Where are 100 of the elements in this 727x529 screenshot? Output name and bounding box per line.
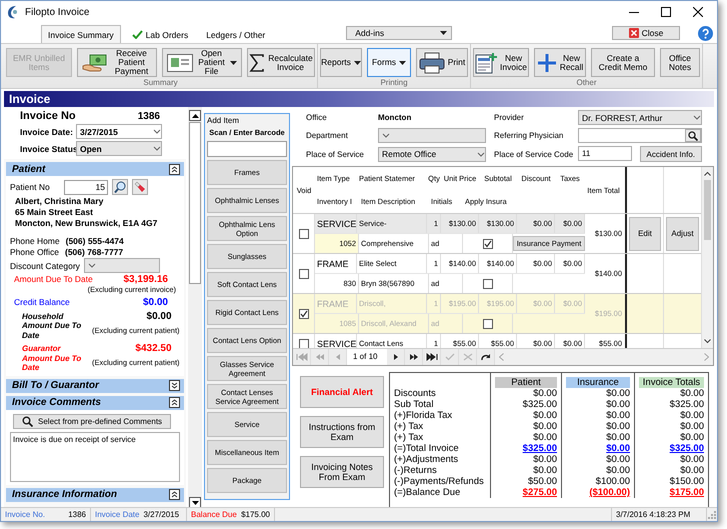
amount-link[interactable]: $0.00	[566, 443, 630, 454]
patient-number-field[interactable]: 15	[64, 180, 108, 194]
field-label: Phone Office	[10, 247, 59, 257]
collapse-icon[interactable]	[169, 397, 180, 408]
notes-button[interactable]: Invoicing Notes From Exam	[300, 456, 384, 488]
checkbox[interactable]	[298, 268, 308, 278]
checkbox[interactable]	[298, 338, 308, 348]
amount: $0.00	[679, 410, 704, 421]
ribbon-button[interactable]: Reports	[320, 48, 362, 77]
check-icon[interactable]	[444, 353, 456, 361]
chevron-icon[interactable]	[88, 263, 96, 268]
redo-icon[interactable]	[480, 353, 492, 361]
ribbon-button[interactable]: Create a Credit Memo	[591, 48, 655, 77]
collapse-icon[interactable]	[169, 489, 180, 500]
balance-label: Guarantor Amount Due To Date	[21, 344, 82, 372]
accident-info-button[interactable]: Accident Info.	[640, 146, 702, 162]
chevron-icon[interactable]	[153, 129, 161, 134]
id-card-icon	[167, 54, 193, 72]
field-label: Office	[306, 113, 328, 122]
chevron-icon[interactable]	[382, 133, 390, 138]
section-header[interactable]: Invoice Comments	[6, 396, 184, 410]
last-page-icon[interactable]	[426, 353, 438, 361]
amount-link[interactable]: $325.00	[495, 443, 557, 454]
comments-button[interactable]: Select from pre-defined Comments	[13, 414, 172, 428]
barcode-field[interactable]	[207, 141, 287, 157]
ribbon-button[interactable]: Office Notes	[660, 48, 700, 77]
office-name: Moncton	[378, 113, 412, 122]
checkbox[interactable]	[482, 278, 492, 288]
amount: $0.00	[532, 421, 557, 432]
checkbox[interactable]	[482, 318, 492, 328]
scroll-up-button[interactable]	[189, 110, 201, 121]
dropdown[interactable]: Open	[76, 141, 162, 156]
help-icon[interactable]	[698, 26, 713, 41]
scroll-down-icon[interactable]	[704, 339, 711, 344]
scroll-down-button[interactable]	[189, 497, 201, 508]
sigma-icon	[249, 54, 266, 72]
amount-link[interactable]: $325.00	[639, 443, 704, 454]
table-cell: SERVICE	[317, 218, 356, 228]
eraser-button[interactable]	[132, 179, 148, 195]
address-line: 65 Main Street East	[14, 207, 94, 217]
tab[interactable]: Invoice Summary	[41, 25, 121, 43]
section-header[interactable]: Patient	[6, 162, 184, 176]
amount-link[interactable]: ($100.00)	[566, 487, 630, 498]
timestamp: 3/7/2016 4:18:23 PM	[611, 508, 707, 521]
edit-button[interactable]: Edit	[629, 216, 661, 250]
amount: $0.00	[679, 465, 704, 476]
next-page-icon[interactable]	[408, 353, 420, 361]
search-button[interactable]	[685, 129, 701, 142]
expand-icon[interactable]	[169, 380, 180, 391]
close-icon[interactable]	[693, 7, 703, 17]
ribbon-button[interactable]: New Recall	[534, 48, 586, 77]
checkbox[interactable]	[482, 238, 492, 248]
chevron-icon[interactable]	[693, 115, 701, 120]
amount: $0.00	[605, 388, 630, 399]
chevron-icon[interactable]	[153, 146, 161, 151]
add-ins-dropdown[interactable]: Add-ins	[346, 26, 452, 40]
amount: $0.00	[532, 410, 557, 421]
amount: $0.00	[605, 421, 630, 432]
scrollbar-thumb[interactable]	[189, 122, 201, 284]
amount: $0.00	[679, 454, 704, 465]
ribbon-button[interactable]: Open Patient File	[162, 48, 242, 77]
tab[interactable]: Lab Orders	[124, 25, 196, 43]
ribbon-button[interactable]: Recalculate Invoice	[247, 48, 315, 77]
amount-link[interactable]: $275.00	[495, 487, 557, 498]
resize-grip-icon[interactable]	[707, 510, 717, 520]
amount: $0.00	[679, 388, 704, 399]
up-arrow-icon	[192, 114, 198, 118]
close-button[interactable]: Close	[612, 26, 680, 40]
status-label: Invoice No.	[5, 509, 46, 521]
dropdown[interactable]: Dr. FORREST, Arthur	[578, 110, 702, 125]
field-label: Place of Service	[306, 150, 365, 158]
amount-link[interactable]: $175.00	[639, 487, 704, 498]
referring-physician-field[interactable]	[578, 128, 702, 143]
scrollbar-thumb[interactable]	[704, 180, 711, 240]
ribbon-button[interactable]: Print	[416, 48, 468, 77]
section-header[interactable]: Bill To / Guarantor	[6, 378, 184, 392]
notes-button[interactable]: Instructions from Exam	[300, 416, 384, 448]
collapse-icon[interactable]	[169, 164, 180, 174]
comment-field[interactable]: Invoice is due on receipt of service	[10, 432, 180, 482]
column-header: Invoice Totals	[639, 377, 704, 388]
dropdown[interactable]: Remote Office	[378, 146, 486, 162]
section-title: Invoice Comments	[12, 397, 101, 408]
search-button[interactable]	[112, 179, 128, 195]
ribbon-button[interactable]: New Invoice	[473, 48, 529, 77]
ribbon-button[interactable]: Forms	[367, 48, 411, 77]
row-label: Sub Total	[394, 399, 434, 410]
scroll-up-icon[interactable]	[704, 171, 711, 176]
amount: $0.00	[605, 432, 630, 443]
place-of-service-code-field[interactable]: 11	[578, 146, 632, 161]
chevron-icon[interactable]	[477, 152, 485, 156]
adjust-button[interactable]: Adjust	[666, 216, 699, 250]
section-header[interactable]: Insurance Information	[6, 488, 184, 502]
ribbon-button[interactable]: Receive Patient Payment	[77, 48, 157, 77]
maximize-icon[interactable]	[661, 7, 671, 17]
date-field[interactable]: 3/27/2015	[76, 124, 162, 139]
checkbox[interactable]	[298, 228, 308, 238]
plus-icon	[536, 52, 557, 72]
tab[interactable]: Ledgers / Other	[199, 25, 272, 43]
amount: $100.00	[594, 476, 630, 487]
checkbox[interactable]	[298, 308, 308, 318]
